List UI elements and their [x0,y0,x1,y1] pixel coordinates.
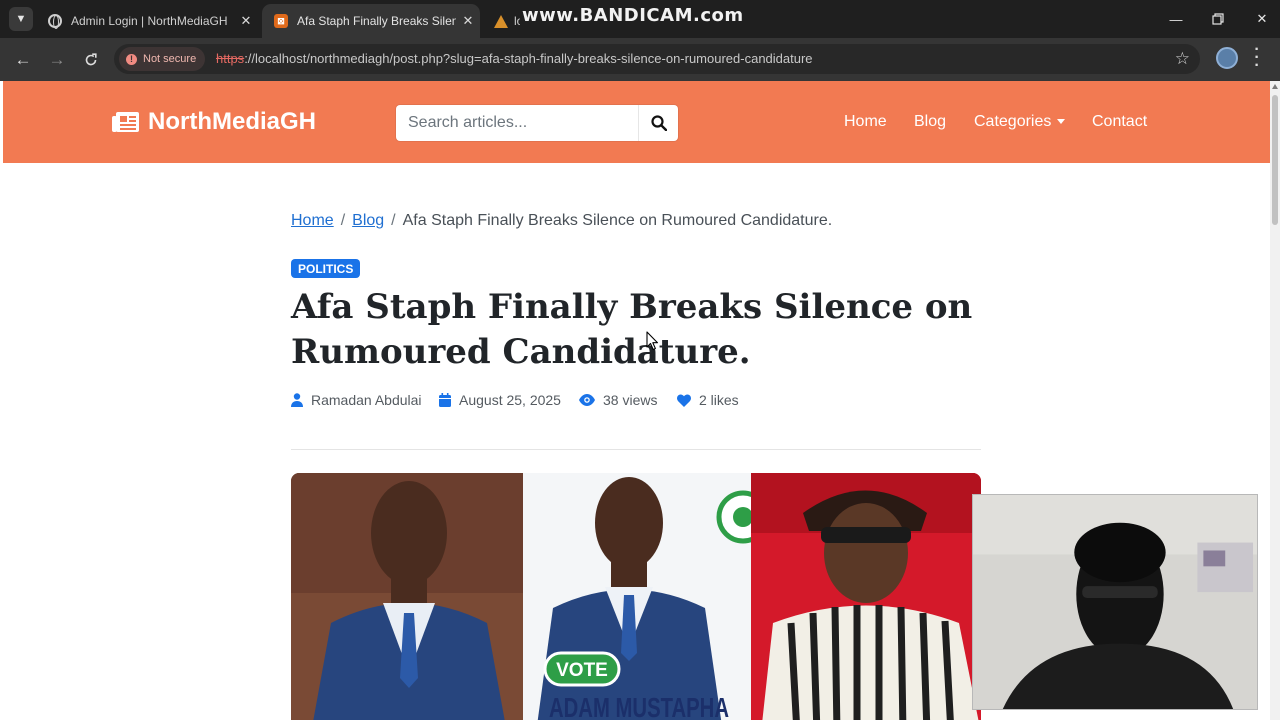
back-icon[interactable]: ← [10,47,36,73]
search-button[interactable] [638,105,678,141]
profile-avatar-icon[interactable] [1216,47,1238,69]
views-text: 38 views [603,392,658,408]
candidate-name-text: ADAM MUSTAPHA [549,692,729,720]
webcam-overlay [972,494,1258,710]
site-navbar: NorthMediaGH Home Blog Categories Contac… [3,81,1270,163]
tab-title: Afa Staph Finally Breaks Silence [297,14,456,28]
close-icon[interactable]: ✕ [456,13,480,29]
tab-third[interactable]: lo [482,4,520,38]
content-divider [291,449,981,450]
post-author: Ramadan Abdulai [291,392,422,408]
mouse-cursor-icon [646,331,659,351]
breadcrumb-separator: / [340,212,346,229]
cone-icon [494,14,508,28]
post-date: August 25, 2025 [439,392,561,408]
nav-home[interactable]: Home [844,113,887,131]
url-text[interactable]: https://localhost/northmediagh/post.php?… [216,51,813,66]
nav-blog[interactable]: Blog [914,113,946,131]
nav-categories-dropdown[interactable]: Categories [974,113,1066,131]
post-title: Afa Staph Finally Breaks Silence on Rumo… [291,287,973,372]
security-chip[interactable]: ! Not secure [119,47,206,71]
more-menu-icon[interactable]: · · · [1252,42,1262,74]
caret-down-icon [1057,119,1066,125]
bookmark-star-icon[interactable]: ☆ [1175,49,1190,69]
browser-toolbar: ← → ! Not secure https://localhost/north… [0,38,1280,81]
featured-image[interactable]: VOTE ADAM MUSTAPHA [291,473,981,720]
browser-tab-bar: ▼ Admin Login | NorthMediaGH ✕ ⊠ Afa Sta… [0,0,1280,38]
vote-badge-text: VOTE [556,660,608,681]
scrollbar-thumb[interactable] [1272,95,1278,225]
close-icon[interactable]: ✕ [234,13,258,29]
recording-watermark: www.BANDICAM.com [522,5,744,26]
address-bar[interactable]: ! Not secure https://localhost/northmedi… [114,44,1200,74]
breadcrumb-current: Afa Staph Finally Breaks Silence on Rumo… [402,212,833,229]
search-input[interactable] [396,105,638,141]
site-brand[interactable]: NorthMediaGH [112,108,316,136]
window-close-icon[interactable]: ✕ [1240,0,1280,38]
nav-contact[interactable]: Contact [1092,113,1147,131]
restore-icon[interactable] [1196,0,1240,38]
tab-title: lo [514,14,520,28]
xampp-icon: ⊠ [274,14,288,28]
newspaper-icon [112,112,139,132]
minimize-icon[interactable]: — [1154,0,1198,38]
heart-icon [677,393,691,407]
likes-text: 2 likes [699,392,739,408]
breadcrumb-blog[interactable]: Blog [352,212,384,229]
post-views: 38 views [579,392,657,408]
scroll-up-arrow-icon[interactable] [1272,84,1278,89]
tab-current-post[interactable]: ⊠ Afa Staph Finally Breaks Silence ✕ [262,4,480,38]
category-badge[interactable]: POLITICS [291,259,361,278]
reload-icon[interactable] [78,47,104,73]
globe-icon [48,14,62,29]
breadcrumb-separator: / [391,212,396,229]
author-name: Ramadan Abdulai [311,392,422,408]
warning-icon: ! [126,53,137,65]
eye-icon [579,394,595,406]
search-box [396,105,678,141]
nav-categories-label: Categories [974,113,1052,130]
date-text: August 25, 2025 [459,392,561,408]
tab-admin-login[interactable]: Admin Login | NorthMediaGH ✕ [36,4,258,38]
calendar-icon [439,393,451,407]
security-label: Not secure [143,53,197,65]
forward-icon[interactable]: → [44,47,70,73]
user-icon [291,393,303,407]
breadcrumb-home[interactable]: Home [291,212,334,229]
tab-title: Admin Login | NorthMediaGH [71,14,228,28]
brand-name: NorthMediaGH [148,108,316,135]
url-path: ://localhost/northmediagh/post.php?slug=… [244,51,813,66]
post-likes[interactable]: 2 likes [677,392,739,408]
breadcrumb: Home / Blog / Afa Staph Finally Breaks Silen… [291,212,832,230]
url-protocol: https [216,51,245,66]
page-scrollbar[interactable] [1270,81,1280,720]
search-icon [650,115,667,131]
tab-search-button[interactable]: ▼ [9,7,33,31]
